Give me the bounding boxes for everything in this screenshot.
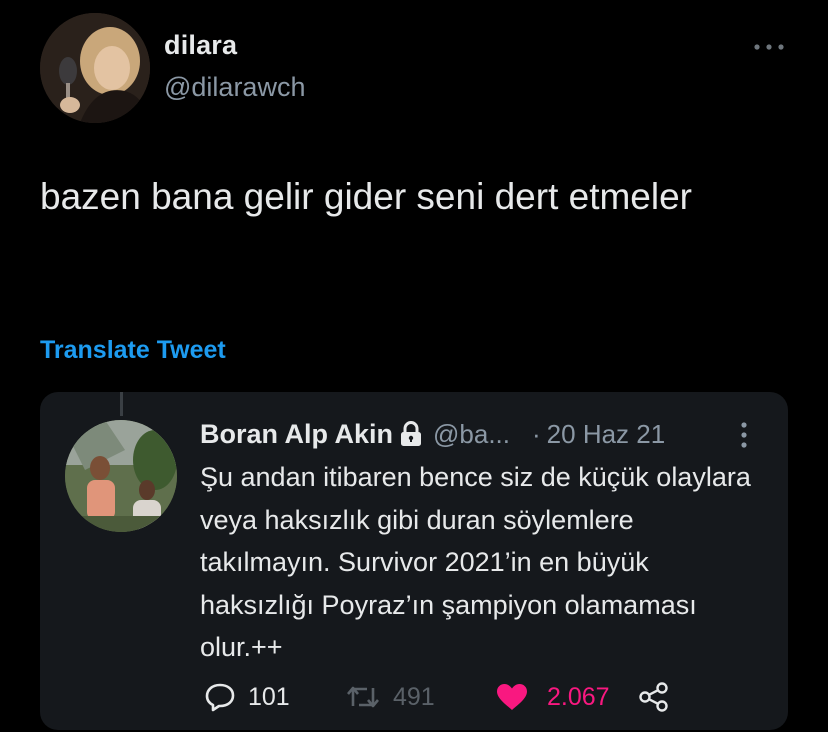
profile-photo-icon (40, 13, 150, 123)
reply-count: 101 (248, 682, 290, 711)
quoted-tweet-date[interactable]: 20 Haz 21 (547, 419, 666, 450)
header-separator: · (532, 418, 541, 449)
heart-icon (497, 684, 527, 710)
thread-line (120, 392, 123, 416)
like-count: 2.067 (547, 682, 610, 711)
quoted-more-options-icon[interactable] (738, 420, 750, 450)
quoted-tweet-card[interactable]: Boran Alp Akin @ba... · 20 Haz 21 Şu and… (40, 392, 788, 730)
quoted-author-name[interactable]: Boran Alp Akin (200, 419, 393, 450)
translate-tweet-link[interactable]: Translate Tweet (40, 336, 226, 365)
retweet-icon (347, 686, 379, 708)
share-icon (639, 682, 668, 712)
author-name[interactable]: dilara (164, 30, 237, 61)
lock-icon (401, 421, 422, 446)
tweet-text: bazen bana gelir gider seni dert etmeler (40, 176, 692, 217)
like-button[interactable]: 2.067 (495, 679, 610, 715)
author-handle[interactable]: @dilarawch (164, 72, 305, 103)
profile-photo-icon (65, 420, 177, 532)
author-avatar[interactable] (40, 13, 150, 123)
quoted-tweet-actions: 101 491 2.067 (200, 679, 760, 715)
reply-button[interactable]: 101 (204, 679, 290, 715)
quoted-tweet-text: Şu andan itibaren bence siz de küçük ola… (200, 462, 751, 662)
retweet-button[interactable]: 491 (345, 679, 435, 715)
quoted-author-avatar[interactable] (65, 420, 177, 532)
share-button[interactable] (638, 679, 670, 715)
reply-icon (205, 683, 235, 712)
retweet-count: 491 (393, 682, 435, 711)
more-options-icon[interactable] (752, 40, 786, 54)
quoted-tweet-header: Boran Alp Akin @ba... · 20 Haz 21 (200, 416, 760, 452)
quoted-author-handle[interactable]: @ba... (433, 419, 510, 450)
tweet-view: dilara @dilarawch bazen bana gelir gider… (0, 0, 828, 732)
